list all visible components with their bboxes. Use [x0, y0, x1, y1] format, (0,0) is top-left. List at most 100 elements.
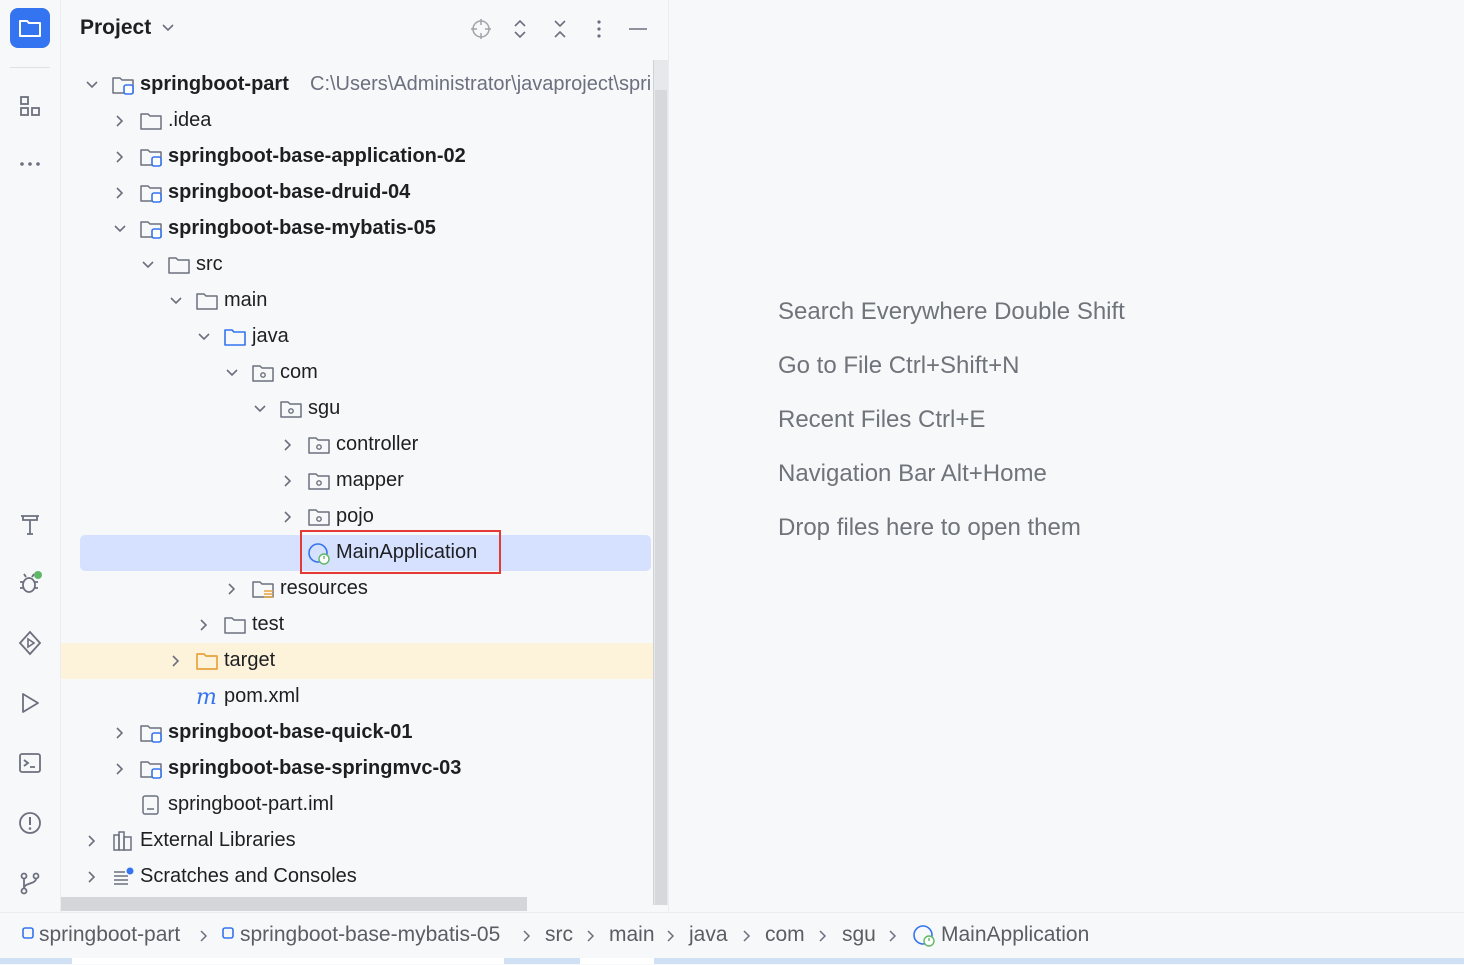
tree-row[interactable]: springboot-base-druid-04: [61, 175, 668, 211]
chevron-right-icon: [587, 930, 595, 942]
tree-item-label: java: [252, 325, 289, 347]
breadcrumb-item[interactable]: springboot-part: [39, 923, 180, 947]
chevron-down-icon[interactable]: [224, 365, 240, 381]
tree-row[interactable]: Scratches and Consoles: [61, 859, 668, 895]
chevron-down-icon[interactable]: [84, 77, 100, 93]
chevron-right-icon[interactable]: [84, 869, 100, 885]
chevron-down-icon[interactable]: [161, 21, 175, 35]
chevron-right-icon[interactable]: [196, 617, 212, 633]
chevron-right-icon[interactable]: [280, 509, 296, 525]
breadcrumb-item[interactable]: main: [609, 923, 655, 947]
folder-icon: [139, 110, 163, 132]
more-icon[interactable]: [10, 144, 50, 184]
bottom-strip-segment: [580, 958, 654, 964]
module-folder-icon: [139, 758, 163, 780]
tree-row[interactable]: External Libraries: [61, 823, 668, 859]
panel-title[interactable]: Project: [80, 16, 151, 40]
horizontal-scrollbar[interactable]: [61, 897, 527, 911]
tree-row[interactable]: resources: [61, 571, 668, 607]
terminal-icon[interactable]: [10, 743, 50, 783]
tree-row[interactable]: src: [61, 247, 668, 283]
breadcrumb-item[interactable]: sgu: [842, 923, 876, 947]
breadcrumb-item[interactable]: com: [765, 923, 805, 947]
tree-item-label: External Libraries: [140, 829, 296, 851]
chevron-down-icon[interactable]: [252, 401, 268, 417]
module-icon: [22, 927, 34, 939]
run-icon[interactable]: [10, 683, 50, 723]
resources-folder-icon: [251, 578, 275, 600]
module-folder-icon: [111, 74, 135, 96]
tree-row[interactable]: springboot-base-application-02: [61, 139, 668, 175]
chevron-right-icon[interactable]: [280, 437, 296, 453]
panel-header: Project: [61, 0, 668, 58]
chevron-right-icon[interactable]: [280, 473, 296, 489]
chevron-down-icon[interactable]: [168, 293, 184, 309]
minimize-icon[interactable]: [623, 14, 653, 44]
tree-item-label: resources: [280, 577, 368, 599]
tree-row[interactable]: m pom.xml: [61, 679, 668, 715]
tree-row[interactable]: target: [61, 643, 668, 679]
tool-window-strip: [0, 0, 61, 912]
tree-row[interactable]: springboot-base-quick-01: [61, 715, 668, 751]
tree-row[interactable]: com: [61, 355, 668, 391]
tree-item-label: springboot-base-druid-04: [168, 181, 411, 203]
breadcrumb-item[interactable]: MainApplication: [941, 923, 1089, 947]
locate-icon[interactable]: [466, 14, 496, 44]
tree-row[interactable]: springboot-base-springmvc-03: [61, 751, 668, 787]
debug-icon[interactable]: [10, 563, 50, 603]
tree-row[interactable]: springboot-part C:\Users\Administrator\ja…: [61, 67, 668, 103]
chevron-right-icon[interactable]: [112, 113, 128, 129]
tree-item-label: com: [280, 361, 318, 383]
tree-item-label: Scratches and Consoles: [140, 865, 357, 887]
tree-item-label: springboot-base-springmvc-03: [168, 757, 462, 779]
structure-icon[interactable]: [10, 86, 50, 126]
tree-item-path: C:\Users\Administrator\javaproject\spri: [310, 73, 651, 95]
strip-separator: [10, 67, 50, 68]
scrollbar-thumb[interactable]: [655, 90, 667, 905]
tree-item-label: pojo: [336, 505, 374, 527]
chevron-right-icon[interactable]: [168, 653, 184, 669]
chevron-down-icon[interactable]: [140, 257, 156, 273]
chevron-right-icon[interactable]: [112, 149, 128, 165]
module-folder-icon: [139, 218, 163, 240]
git-icon[interactable]: [10, 863, 50, 903]
chevron-right-icon[interactable]: [112, 761, 128, 777]
chevron-right-icon[interactable]: [224, 581, 240, 597]
tree-item-label: springboot-part.iml: [168, 793, 334, 815]
tree-row[interactable]: springboot-base-mybatis-05: [61, 211, 668, 247]
tree-row[interactable]: mapper: [61, 463, 668, 499]
collapse-all-icon[interactable]: [545, 14, 575, 44]
tree-row[interactable]: springboot-part.iml: [61, 787, 668, 823]
chevron-right-icon: [667, 930, 675, 942]
breadcrumb-item[interactable]: java: [689, 923, 728, 947]
tree-row[interactable]: sgu: [61, 391, 668, 427]
chevron-down-icon[interactable]: [196, 329, 212, 345]
build-hammer-icon[interactable]: [10, 504, 50, 544]
tree-item-label: springboot-base-application-02: [168, 145, 466, 167]
source-folder-icon: [223, 326, 247, 348]
chevron-right-icon[interactable]: [84, 833, 100, 849]
vertical-scrollbar[interactable]: [653, 60, 668, 905]
tree-item-label: controller: [336, 433, 419, 455]
tree-row[interactable]: java: [61, 319, 668, 355]
folder-icon: [167, 254, 191, 276]
chevron-down-icon[interactable]: [112, 221, 128, 237]
bottom-strip-segment: [72, 958, 504, 964]
chevron-right-icon[interactable]: [112, 185, 128, 201]
tree-row[interactable]: test: [61, 607, 668, 643]
hint-search-everywhere: Search Everywhere Double Shift: [778, 298, 1125, 325]
tree-row[interactable]: controller: [61, 427, 668, 463]
maven-icon: m: [195, 685, 219, 710]
tree-row[interactable]: main: [61, 283, 668, 319]
chevron-right-icon[interactable]: [112, 725, 128, 741]
tree-row[interactable]: .idea: [61, 103, 668, 139]
project-icon[interactable]: [10, 8, 50, 48]
expand-collapse-icon[interactable]: [505, 14, 535, 44]
chevron-right-icon: [200, 930, 208, 942]
package-icon: [307, 434, 331, 456]
services-icon[interactable]: [10, 623, 50, 663]
options-kebab-icon[interactable]: [584, 14, 614, 44]
breadcrumb-item[interactable]: src: [545, 923, 573, 947]
breadcrumb-item[interactable]: springboot-base-mybatis-05: [240, 923, 500, 947]
problems-icon[interactable]: [10, 803, 50, 843]
